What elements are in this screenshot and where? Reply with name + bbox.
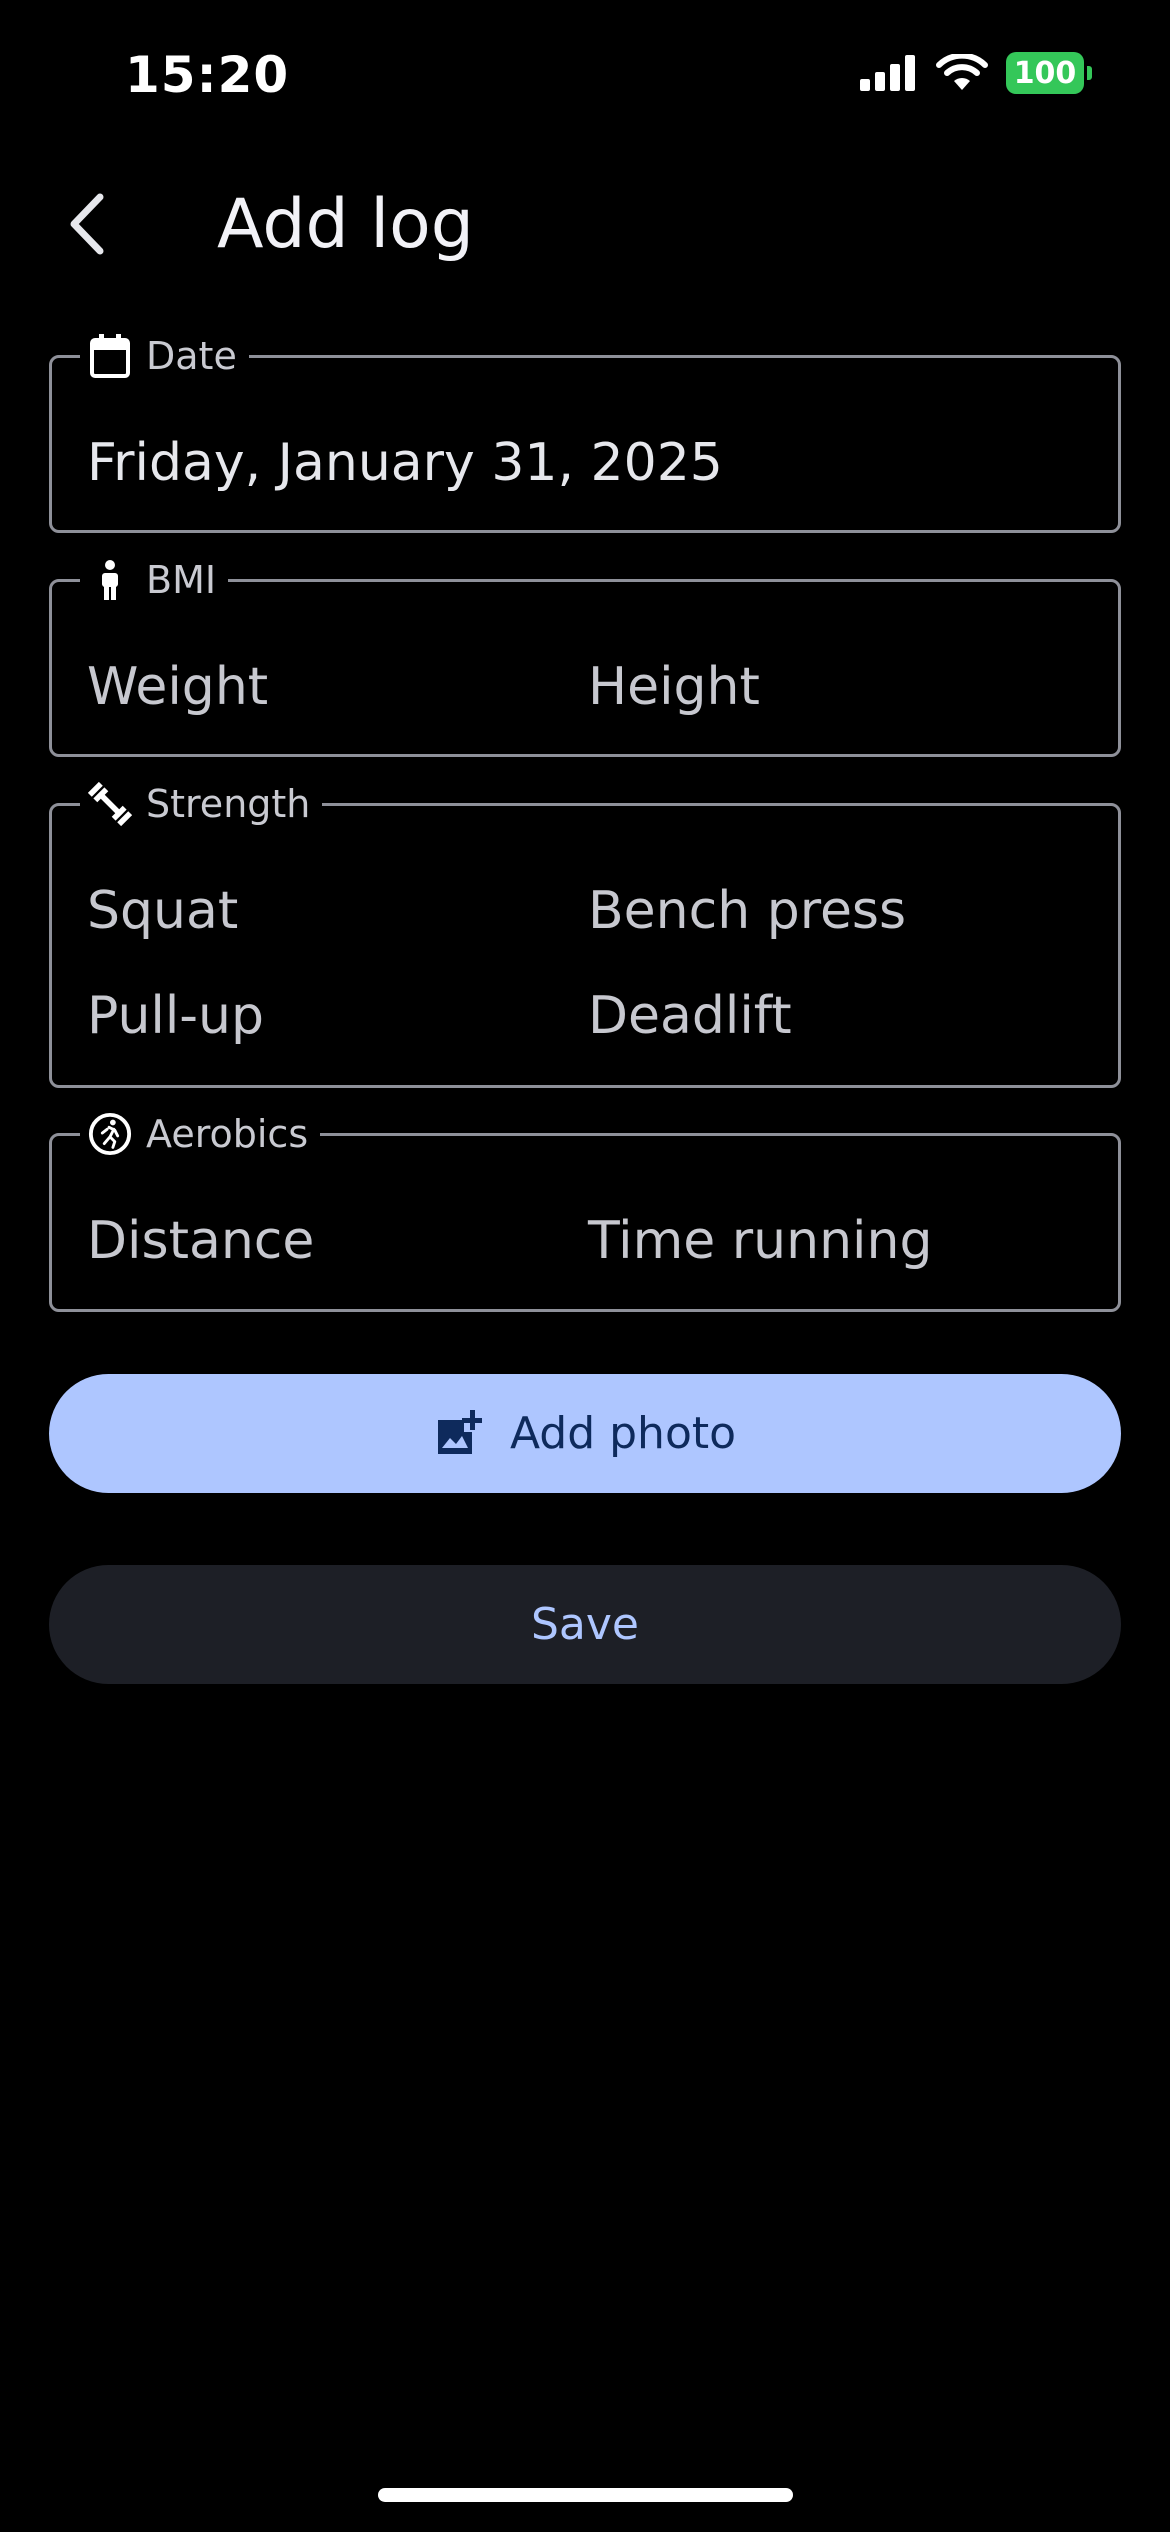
deadlift-field[interactable]: Deadlift bbox=[588, 986, 792, 1046]
save-label: Save bbox=[530, 1599, 639, 1650]
time-running-field[interactable]: Time running bbox=[588, 1211, 932, 1271]
status-icons: 100 bbox=[860, 52, 1092, 94]
battery-tip bbox=[1087, 66, 1092, 80]
wifi-icon bbox=[936, 54, 988, 90]
date-group: Date Friday, January 31, 2025 bbox=[49, 334, 1121, 533]
battery-level: 100 bbox=[1006, 52, 1084, 94]
person-icon bbox=[88, 558, 132, 602]
strength-group: Strength Squat Bench press Pull-up Deadl… bbox=[49, 781, 1121, 1088]
date-legend: Date bbox=[80, 334, 249, 378]
home-indicator[interactable] bbox=[378, 2488, 793, 2502]
battery-indicator: 100 bbox=[1006, 52, 1092, 94]
app-bar: Add log bbox=[0, 170, 1170, 280]
back-button[interactable] bbox=[50, 188, 122, 260]
squat-field[interactable]: Squat bbox=[87, 881, 238, 941]
aerobics-legend-label: Aerobics bbox=[146, 1112, 309, 1156]
back-arrow-icon bbox=[70, 193, 104, 255]
aerobics-legend: Aerobics bbox=[80, 1112, 320, 1156]
date-legend-label: Date bbox=[146, 334, 237, 378]
date-value[interactable]: Friday, January 31, 2025 bbox=[87, 433, 723, 493]
status-bar: 15:20 100 bbox=[0, 0, 1170, 150]
cellular-signal-icon bbox=[860, 55, 915, 91]
distance-field[interactable]: Distance bbox=[87, 1211, 314, 1271]
add-photo-button[interactable]: Add photo bbox=[49, 1374, 1121, 1493]
bmi-group: BMI Weight Height bbox=[49, 558, 1121, 757]
page-title: Add log bbox=[217, 185, 474, 264]
add-photo-icon bbox=[437, 1409, 482, 1454]
weight-field[interactable]: Weight bbox=[87, 657, 268, 717]
dumbbell-icon bbox=[88, 781, 132, 827]
strength-legend-label: Strength bbox=[146, 782, 311, 826]
bmi-legend: BMI bbox=[80, 558, 228, 602]
pull-up-field[interactable]: Pull-up bbox=[87, 986, 264, 1046]
save-button[interactable]: Save bbox=[49, 1565, 1121, 1684]
aerobics-group: Aerobics Distance Time running bbox=[49, 1112, 1121, 1312]
bmi-legend-label: BMI bbox=[146, 558, 217, 602]
add-photo-label: Add photo bbox=[509, 1408, 737, 1459]
calendar-icon bbox=[88, 334, 132, 378]
bench-press-field[interactable]: Bench press bbox=[588, 881, 906, 941]
height-field[interactable]: Height bbox=[588, 657, 760, 717]
status-time: 15:20 bbox=[125, 46, 290, 104]
running-icon bbox=[88, 1112, 132, 1156]
strength-legend: Strength bbox=[80, 781, 322, 827]
